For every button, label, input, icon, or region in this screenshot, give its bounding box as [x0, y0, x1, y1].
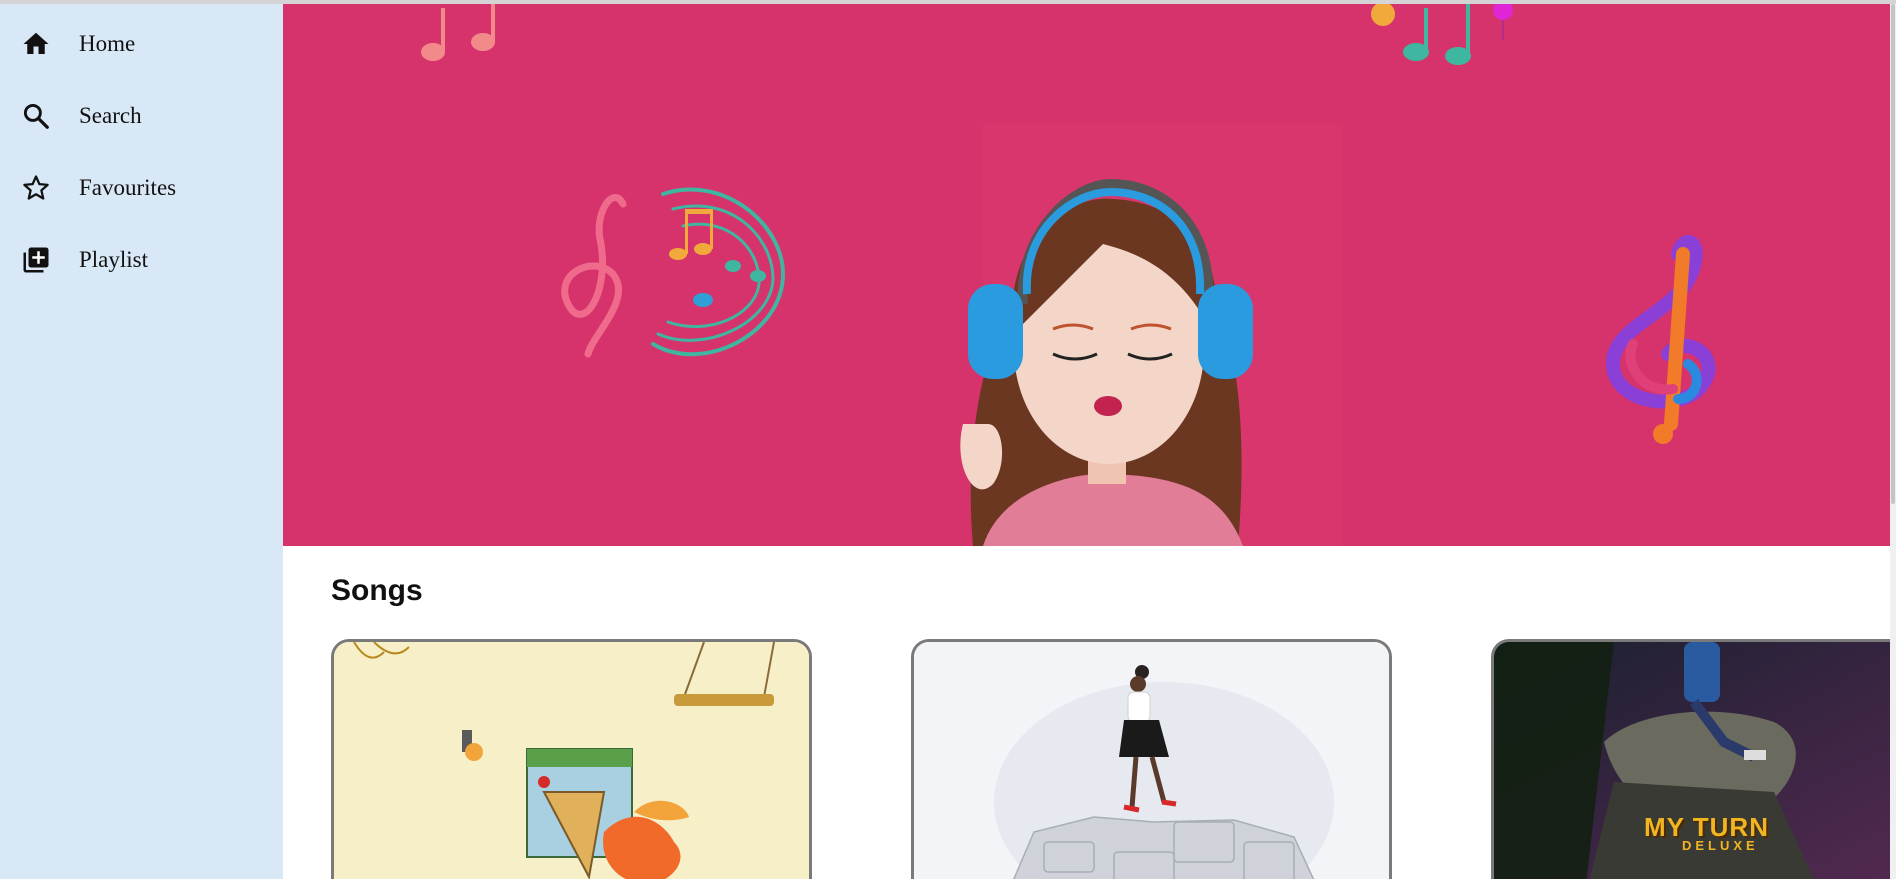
home-icon [20, 28, 52, 60]
song-card[interactable] [331, 639, 812, 879]
sidebar-item-label: Playlist [79, 247, 149, 272]
main-content: Songs MY TURN DELUXE [283, 4, 1890, 879]
album-subtitle-overlay: DELUXE [1682, 838, 1759, 853]
sidebar-item-favourites[interactable]: Favourites [0, 158, 283, 218]
sidebar-item-label: Search [79, 103, 142, 128]
star-icon [20, 172, 52, 204]
section-title: Songs [331, 574, 423, 607]
search-icon [20, 100, 52, 132]
sidebar-item-label: Home [79, 31, 136, 56]
album-cover-image [334, 642, 809, 879]
sidebar-item-home[interactable]: Home [0, 14, 283, 74]
vertical-scrollbar[interactable] [1890, 4, 1896, 879]
sidebar-item-label: Favourites [79, 175, 177, 200]
sidebar-item-playlist[interactable]: Playlist [0, 230, 283, 290]
scrollbar-thumb[interactable] [1891, 4, 1895, 504]
hero-illustration [283, 4, 1890, 546]
song-card[interactable] [911, 639, 1392, 879]
add-to-playlist-icon [20, 244, 52, 276]
sidebar: Home Search Favourites Playlist [0, 4, 283, 879]
hero-banner [283, 4, 1890, 546]
song-card[interactable]: MY TURN DELUXE [1491, 639, 1890, 879]
girl-with-headphones-illustration [960, 124, 1343, 546]
sidebar-item-search[interactable]: Search [0, 86, 283, 146]
album-cover-image [914, 642, 1389, 879]
